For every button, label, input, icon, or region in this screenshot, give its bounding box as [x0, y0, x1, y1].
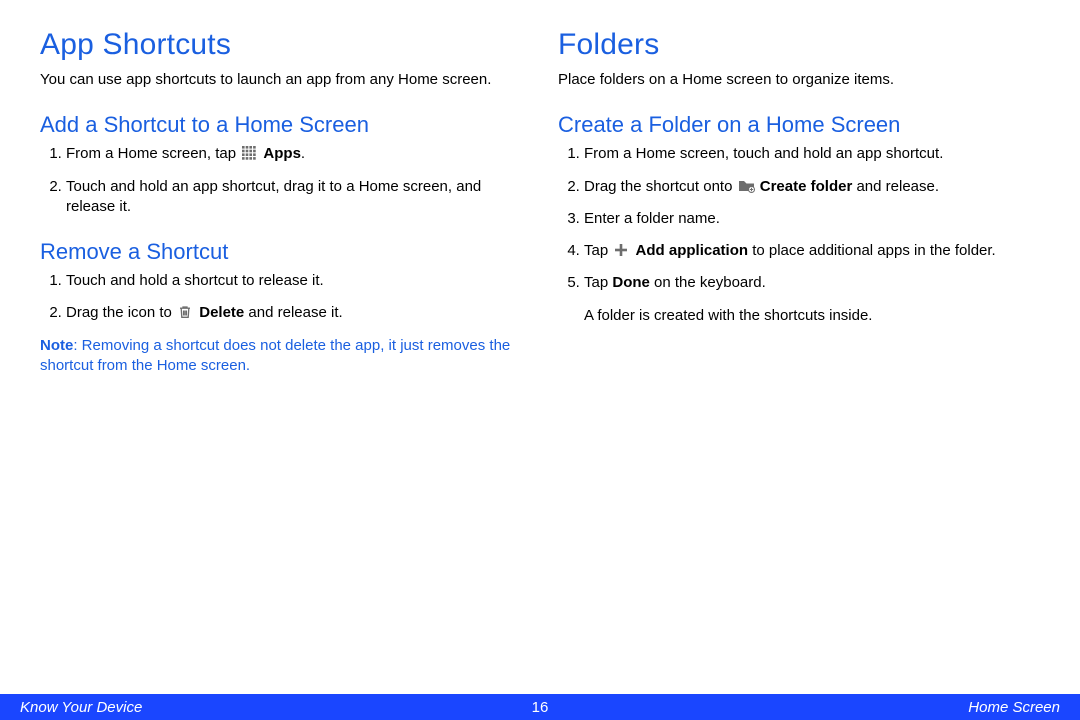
- bold-text: Create folder: [760, 178, 853, 195]
- text: From a Home screen, tap: [66, 145, 240, 162]
- heading-create-folder: Create a Folder on a Home Screen: [558, 112, 1040, 138]
- footer-left: Know Your Device: [20, 699, 142, 716]
- text: Drag the icon to: [66, 304, 176, 321]
- apps-grid-icon: [242, 146, 256, 160]
- intro-app-shortcuts: You can use app shortcuts to launch an a…: [40, 70, 522, 90]
- text: .: [301, 145, 305, 162]
- list-item: Tap Add application to place additional …: [584, 241, 1040, 261]
- left-column: App Shortcuts You can use app shortcuts …: [40, 28, 522, 376]
- note-label: Note: [40, 337, 73, 354]
- page-footer: Know Your Device 16 Home Screen: [0, 694, 1080, 720]
- footer-page-number: 16: [532, 699, 549, 716]
- text: Drag the shortcut onto: [584, 178, 737, 195]
- intro-folders: Place folders on a Home screen to organi…: [558, 70, 1040, 90]
- right-column: Folders Place folders on a Home screen t…: [558, 28, 1040, 376]
- text: to place additional apps in the folder.: [748, 242, 996, 259]
- list-item: Tap Done on the keyboard.: [584, 273, 1040, 293]
- bold-text: Apps: [263, 145, 301, 162]
- bold-text: Done: [612, 274, 650, 291]
- text: and release.: [852, 178, 939, 195]
- list-item: From a Home screen, touch and hold an ap…: [584, 144, 1040, 164]
- create-folder-result: A folder is created with the shortcuts i…: [584, 306, 1040, 326]
- list-item: Enter a folder name.: [584, 209, 1040, 229]
- list-item: Touch and hold an app shortcut, drag it …: [66, 177, 522, 218]
- note-remove-shortcut: Note: Removing a shortcut does not delet…: [40, 336, 522, 377]
- list-item: Drag the shortcut onto Create folder and…: [584, 177, 1040, 197]
- create-folder-icon: [739, 179, 753, 193]
- heading-add-shortcut: Add a Shortcut to a Home Screen: [40, 112, 522, 138]
- text: Tap: [584, 274, 612, 291]
- add-shortcut-steps: From a Home screen, tap Apps. Touch and …: [60, 144, 522, 217]
- bold-text: Add application: [636, 242, 749, 259]
- list-item: Drag the icon to Delete and release it.: [66, 303, 522, 323]
- note-body: : Removing a shortcut does not delete th…: [40, 337, 510, 374]
- heading-app-shortcuts: App Shortcuts: [40, 28, 522, 62]
- list-item: Touch and hold a shortcut to release it.: [66, 271, 522, 291]
- text: on the keyboard.: [650, 274, 766, 291]
- plus-icon: [614, 243, 628, 257]
- remove-shortcut-steps: Touch and hold a shortcut to release it.…: [60, 271, 522, 324]
- text: Tap: [584, 242, 612, 259]
- heading-folders: Folders: [558, 28, 1040, 62]
- trash-icon: [178, 305, 192, 319]
- text: and release it.: [244, 304, 342, 321]
- bold-text: Delete: [199, 304, 244, 321]
- footer-right: Home Screen: [968, 699, 1060, 716]
- heading-remove-shortcut: Remove a Shortcut: [40, 239, 522, 265]
- list-item: From a Home screen, tap Apps.: [66, 144, 522, 164]
- create-folder-steps: From a Home screen, touch and hold an ap…: [578, 144, 1040, 293]
